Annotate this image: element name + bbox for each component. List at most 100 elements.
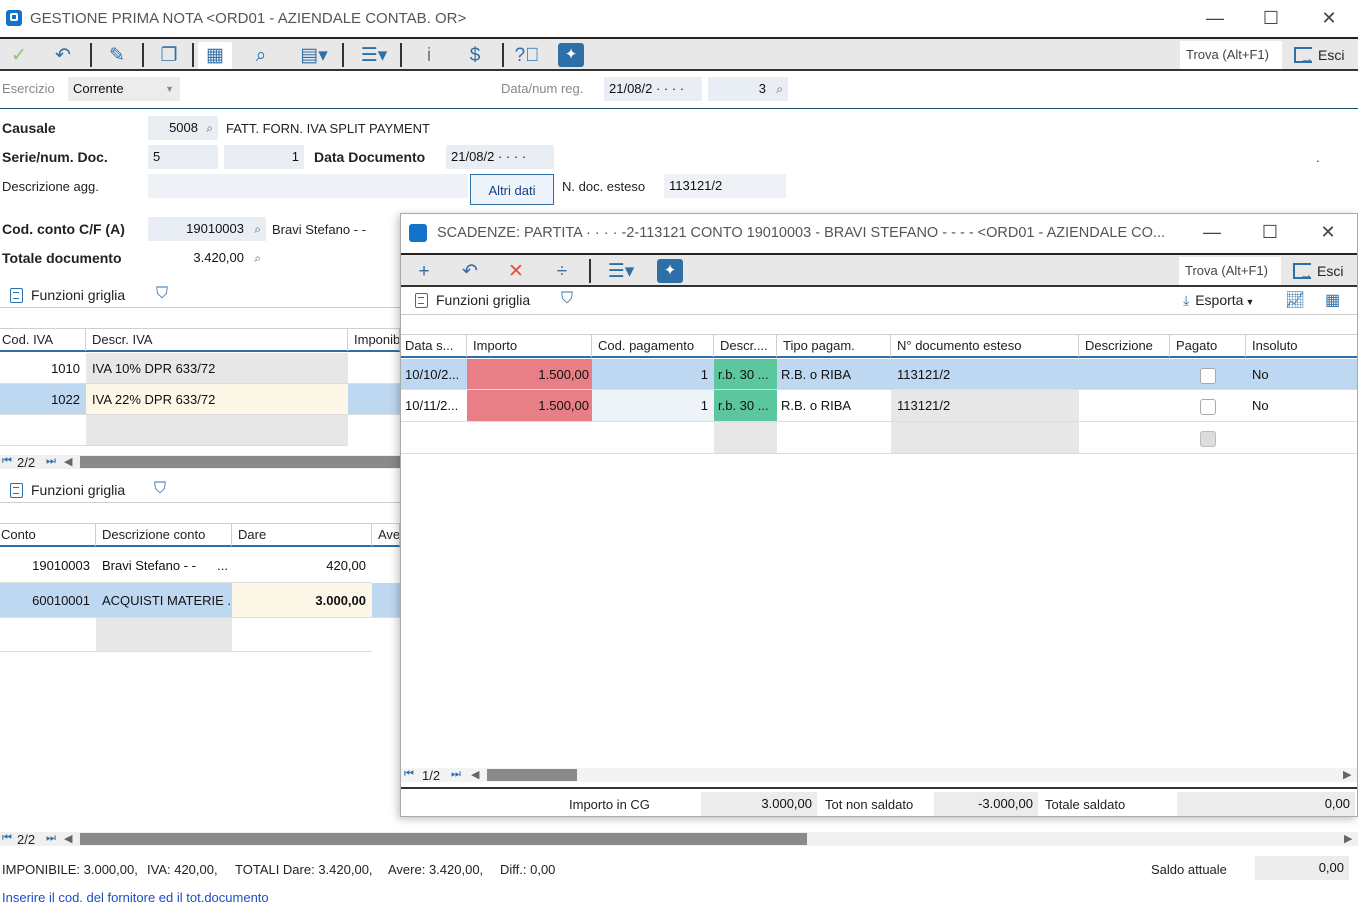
table-row-dare[interactable]: 420,00 (232, 549, 372, 583)
help-icon[interactable]: ?⃝ (510, 42, 544, 69)
table-row-empty[interactable] (1079, 422, 1170, 454)
cod-conto-field[interactable]: 19010003 ⌕ (148, 217, 266, 241)
undo-icon[interactable]: ↶ (453, 258, 487, 285)
funzioni-griglia-iva-button[interactable]: Funzioni griglia (10, 287, 125, 303)
document-menu-icon[interactable]: ▤▾ (292, 42, 336, 69)
header-descr[interactable]: Descr.... (714, 335, 777, 357)
table-row-conto[interactable]: 60010001 (0, 583, 96, 618)
table-row-descr[interactable]: IVA 22% DPR 633/72 (86, 384, 348, 415)
table-row-descr[interactable]: ACQUISTI MATERIE ... (96, 583, 232, 618)
scroll-thumb[interactable] (80, 456, 400, 468)
table-row-empty[interactable] (777, 422, 891, 454)
table-row-descr[interactable]: IVA 10% DPR 633/72 (86, 353, 348, 384)
scroll-right-icon[interactable]: ▶ (1344, 832, 1352, 845)
attachment-icon[interactable]: ⌕ (244, 42, 278, 69)
header-avere[interactable]: Ave (372, 524, 400, 546)
last-page-icon[interactable]: ⏭ (46, 832, 56, 845)
table-row-importo[interactable]: 1.500,00 (467, 390, 592, 422)
table-row-descr[interactable]: r.b. 30 ... (714, 390, 777, 422)
dollar-icon[interactable]: $ (458, 42, 492, 69)
table-row-descr[interactable]: Bravi Stefano - -... (96, 549, 232, 583)
table-row-empty[interactable] (714, 422, 777, 454)
ai-assistant-icon[interactable]: ✦ (657, 259, 683, 283)
first-page-icon[interactable]: ⏮ (2, 832, 12, 845)
table-row-empty[interactable] (86, 415, 348, 446)
header-data-scadenza[interactable]: Data s... (401, 335, 467, 357)
funzioni-griglia-scadenze-button[interactable]: Funzioni griglia (415, 292, 530, 308)
altri-dati-button[interactable]: Altri dati (470, 174, 554, 205)
last-page-icon[interactable]: ⏭ (46, 455, 56, 468)
header-tipo-pagam[interactable]: Tipo pagam. (777, 335, 891, 357)
header-n-documento-esteso[interactable]: N° documento esteso (891, 335, 1079, 357)
first-page-icon[interactable]: ⏮ (404, 768, 414, 781)
table-row-insoluto[interactable]: No (1246, 359, 1357, 390)
table-row-dare[interactable]: 3.000,00 (232, 583, 372, 618)
table-row-insoluto[interactable]: No (1246, 390, 1357, 422)
table-row-cod[interactable]: 1010 (0, 353, 86, 384)
split-icon[interactable]: ÷ (545, 258, 579, 285)
table-row-cod-pagamento[interactable]: 1 (592, 390, 714, 422)
first-page-icon[interactable]: ⏮ (2, 455, 12, 468)
ai-assistant-icon[interactable]: ✦ (558, 43, 584, 67)
conti-grid-scrollbar[interactable]: ⏮ 2/2 ⏭ ◀ ▶ (0, 832, 1358, 847)
search-icon[interactable]: ⌕ (254, 246, 261, 270)
table-row-empty[interactable] (401, 422, 714, 454)
exit-button[interactable]: Esci (1293, 257, 1355, 288)
pagato-checkbox[interactable] (1200, 398, 1216, 415)
exit-button[interactable]: Esci (1294, 41, 1354, 72)
find-button[interactable]: Trova (Alt+F1) (1180, 41, 1282, 69)
table-row-empty[interactable] (0, 618, 96, 652)
data-documento-field[interactable]: 21/08/2 · · · · (446, 145, 554, 169)
grid-view-icon[interactable]: ▦ (1325, 290, 1340, 310)
menu-list-icon[interactable]: ☰▾ (601, 258, 641, 285)
header-descr-iva[interactable]: Descr. IVA (86, 329, 348, 351)
table-row-empty[interactable] (96, 618, 232, 652)
table-row-empty[interactable] (891, 422, 1079, 454)
last-page-icon[interactable]: ⏭ (451, 768, 461, 781)
header-imponibile[interactable]: Imponib (348, 329, 400, 351)
table-row-data[interactable]: 10/11/2... (401, 390, 467, 422)
descrizione-agg-field[interactable] (148, 174, 468, 198)
pagato-checkbox[interactable] (1200, 367, 1216, 384)
esporta-button[interactable]: ⤓ Esporta ▼ (1183, 292, 1254, 309)
table-row-descrizione[interactable] (1079, 390, 1170, 422)
minimize-button[interactable]: — (1197, 220, 1227, 244)
table-row-empty[interactable] (232, 618, 372, 652)
header-dare[interactable]: Dare (232, 524, 372, 546)
filter-icon[interactable]: ⛉ (154, 480, 166, 498)
calendar-search-icon[interactable]: ▦ (198, 42, 232, 69)
confirm-check-icon[interactable]: ✓ (2, 42, 36, 69)
scroll-left-icon[interactable]: ◀ (64, 832, 72, 845)
scadenze-scrollbar[interactable]: ⏮ 1/2 ⏭ ◀ ▶ (401, 768, 1357, 783)
table-row-descr[interactable]: r.b. 30 ... (714, 359, 777, 390)
header-importo[interactable]: Importo (467, 335, 592, 357)
table-row-ndoc[interactable]: 113121/2 (891, 359, 1079, 390)
scroll-right-icon[interactable]: ▶ (1343, 768, 1351, 781)
header-cod-pagamento[interactable]: Cod. pagamento (592, 335, 714, 357)
table-row-tipo[interactable]: R.B. o RIBA (777, 359, 891, 390)
num-doc-field[interactable]: 1 (224, 145, 304, 169)
scroll-thumb[interactable] (80, 833, 807, 845)
scroll-left-icon[interactable]: ◀ (471, 768, 479, 781)
undo-icon[interactable]: ↶ (46, 42, 80, 69)
add-icon[interactable]: + (407, 258, 441, 285)
maximize-button[interactable]: ☐ (1256, 6, 1286, 30)
search-icon[interactable]: ⌕ (776, 77, 783, 101)
edit-pencil-icon[interactable]: ✎ (100, 42, 134, 69)
info-icon[interactable]: i (412, 42, 446, 69)
header-conto[interactable]: Conto (0, 524, 96, 546)
table-row-tipo[interactable]: R.B. o RIBA (777, 390, 891, 422)
scroll-thumb[interactable] (487, 769, 577, 781)
table-row-imponibile[interactable] (348, 384, 400, 415)
funzioni-griglia-conti-button[interactable]: Funzioni griglia (10, 482, 125, 498)
iva-grid-scrollbar[interactable]: ⏮ 2/2 ⏭ ◀ (0, 455, 400, 470)
close-button[interactable]: ✕ (1314, 6, 1344, 30)
chart-icon[interactable]: 📈︎ (1285, 290, 1305, 310)
header-descrizione[interactable]: Descrizione (1079, 335, 1170, 357)
table-row-ndoc[interactable]: 113121/2 (891, 390, 1079, 422)
filter-icon[interactable]: ⛉ (561, 290, 573, 308)
data-reg-field[interactable]: 21/08/2 · · · · (604, 77, 702, 101)
search-icon[interactable]: ⌕ (254, 217, 261, 241)
causale-code-field[interactable]: 5008 ⌕ (148, 116, 218, 140)
table-row-conto[interactable]: 19010003 (0, 549, 96, 583)
